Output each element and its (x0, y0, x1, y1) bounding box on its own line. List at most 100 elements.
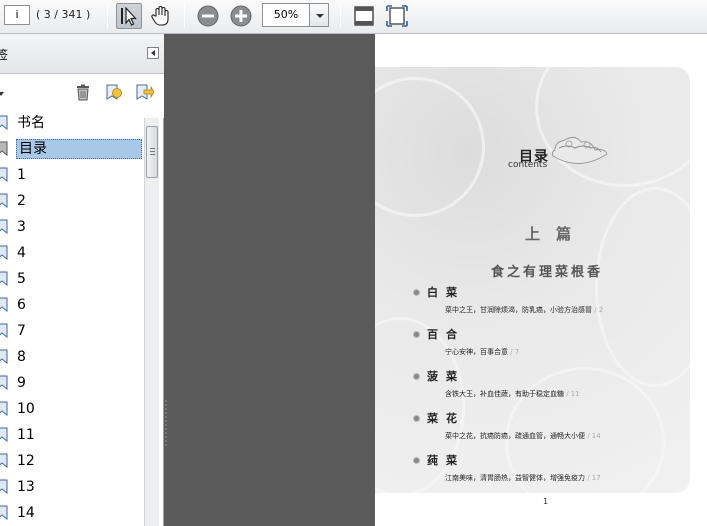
bookmark-icon (0, 427, 8, 442)
new-bookmark-button[interactable] (104, 82, 124, 102)
panel-title: 签 (0, 48, 9, 62)
bookmark-label: 5 (17, 271, 26, 287)
page-background-art (375, 67, 690, 493)
expand-bookmark-button[interactable] (134, 82, 155, 102)
bookmark-item[interactable]: 目录 (0, 138, 144, 160)
bookmark-label: 书名 (17, 115, 45, 131)
bookmarks-panel: 签 书名 目录 1 2 3 4 5 6 7 8 9 10 11 12 13 14 (0, 34, 164, 526)
bookmark-item[interactable]: 7 (0, 320, 144, 342)
bookmark-label: 9 (17, 375, 26, 391)
toc-entry-page: / 14 (585, 432, 601, 440)
new-bookmark-icon (106, 84, 122, 100)
bookmark-item[interactable]: 12 (0, 450, 144, 472)
bookmark-item[interactable]: 6 (0, 294, 144, 316)
bookmark-label: 4 (17, 245, 26, 261)
hand-tool-button[interactable] (148, 3, 174, 29)
bookmark-scrollbar[interactable] (144, 118, 159, 526)
bookmark-item[interactable]: 13 (0, 476, 144, 498)
bookmark-icon (0, 401, 8, 416)
bullet-icon (413, 415, 420, 422)
plus-circle-icon (230, 5, 252, 27)
bullet-icon (413, 331, 420, 338)
options-menu-button[interactable] (0, 92, 4, 96)
bookmark-icon (0, 245, 8, 260)
toolbar: i ( 3 / 341 ) 50% (0, 0, 707, 34)
zoom-in-button[interactable] (228, 3, 254, 29)
bookmark-icon (0, 375, 8, 390)
bullet-icon (413, 457, 420, 464)
toc-entry-title: 百合 (427, 328, 465, 341)
toc-entry-desc: 江南美味，清胃肠热，益智健体，增强免疫力 / 17 (445, 474, 601, 482)
bookmark-item[interactable]: 2 (0, 190, 144, 212)
toolbar-divider (107, 4, 108, 28)
scroll-up-button[interactable] (145, 118, 160, 124)
scroll-thumb[interactable] (146, 126, 158, 178)
bookmark-item[interactable]: 8 (0, 346, 144, 368)
toc-entry-page: / 17 (585, 474, 601, 482)
toc-heading-en: contents (508, 160, 548, 170)
toolbar-divider (184, 4, 185, 28)
bookmark-label: 12 (17, 453, 35, 469)
fit-width-button[interactable] (384, 3, 410, 29)
bookmark-arrow-icon (136, 84, 155, 100)
toc-entry-desc: 宁心安神，百事合意 / 7 (445, 348, 520, 356)
bookmark-item[interactable]: 1 (0, 164, 144, 186)
bookmark-label: 2 (17, 193, 26, 209)
bookmark-icon (0, 141, 8, 156)
bookmark-item[interactable]: 5 (0, 268, 144, 290)
bookmark-item[interactable]: 书名 (0, 112, 144, 134)
toc-entry-page: / 2 (592, 306, 604, 314)
panel-splitter[interactable] (164, 398, 168, 448)
bullet-icon (413, 373, 420, 380)
bookmark-icon (0, 479, 8, 494)
page-number-input[interactable]: i (4, 5, 30, 25)
zoom-out-button[interactable] (195, 3, 221, 29)
zoom-level-input[interactable]: 50% (262, 3, 310, 27)
section-subtitle: 食之有理菜根香 (491, 265, 604, 280)
select-cursor-icon (121, 6, 137, 26)
decorative-bowl-icon (551, 136, 608, 164)
page-count: ( 3 / 341 ) (36, 8, 91, 21)
toc-entry-title: 菠菜 (427, 370, 465, 383)
bookmark-label: 11 (17, 427, 35, 443)
bookmark-icon (0, 323, 8, 338)
bookmark-item[interactable]: 11 (0, 424, 144, 446)
bookmark-list: 书名 目录 1 2 3 4 5 6 7 8 9 10 11 12 13 14 (0, 112, 144, 526)
collapse-panel-button[interactable] (147, 47, 159, 59)
delete-bookmark-button[interactable] (73, 82, 93, 102)
bookmark-icon (0, 115, 8, 130)
bookmark-icon (0, 453, 8, 468)
bookmark-item[interactable]: 3 (0, 216, 144, 238)
section-title: 上篇 (525, 225, 588, 243)
toc-entry-page: / 7 (508, 348, 520, 356)
toc-entry-desc: 菜中之王，甘润除烦渴，防乳癌，小验方治感冒 / 2 (445, 306, 604, 314)
bookmark-icon (0, 219, 8, 234)
toc-entry-desc: 菜中之花，抗癌防癌，疏通血管，通畅大小便 / 14 (445, 432, 601, 440)
trash-icon (77, 84, 89, 101)
page-number: 1 (543, 497, 549, 506)
toc-entry-desc: 含铁大王，补血佳蔬，有助于稳定血糖 / 11 (445, 390, 580, 398)
bookmark-item[interactable]: 10 (0, 398, 144, 420)
panel-header: 签 (0, 34, 164, 74)
bookmark-item[interactable]: 14 (0, 502, 144, 524)
toc-entry-title: 白菜 (427, 286, 465, 299)
select-tool-button[interactable] (116, 3, 142, 29)
bookmark-item[interactable]: 9 (0, 372, 144, 394)
toc-entry-page: / 11 (564, 390, 580, 398)
bookmark-icon (0, 167, 8, 182)
bookmark-icon (0, 349, 8, 364)
bookmark-item[interactable]: 4 (0, 242, 144, 264)
bookmark-label: 14 (17, 505, 35, 521)
fit-page-button[interactable] (351, 3, 377, 29)
zoom-dropdown-button[interactable] (309, 3, 329, 27)
fit-width-icon (386, 5, 408, 27)
bookmark-label: 7 (17, 323, 26, 339)
bookmark-label: 8 (17, 349, 26, 365)
bookmark-icon (0, 297, 8, 312)
bookmark-label: 13 (17, 479, 35, 495)
toc-entry-title: 菜花 (427, 412, 465, 425)
bullet-icon (413, 289, 420, 296)
bookmark-label: 6 (17, 297, 26, 313)
minus-circle-icon (197, 5, 219, 27)
bookmark-label: 目录 (16, 139, 142, 159)
